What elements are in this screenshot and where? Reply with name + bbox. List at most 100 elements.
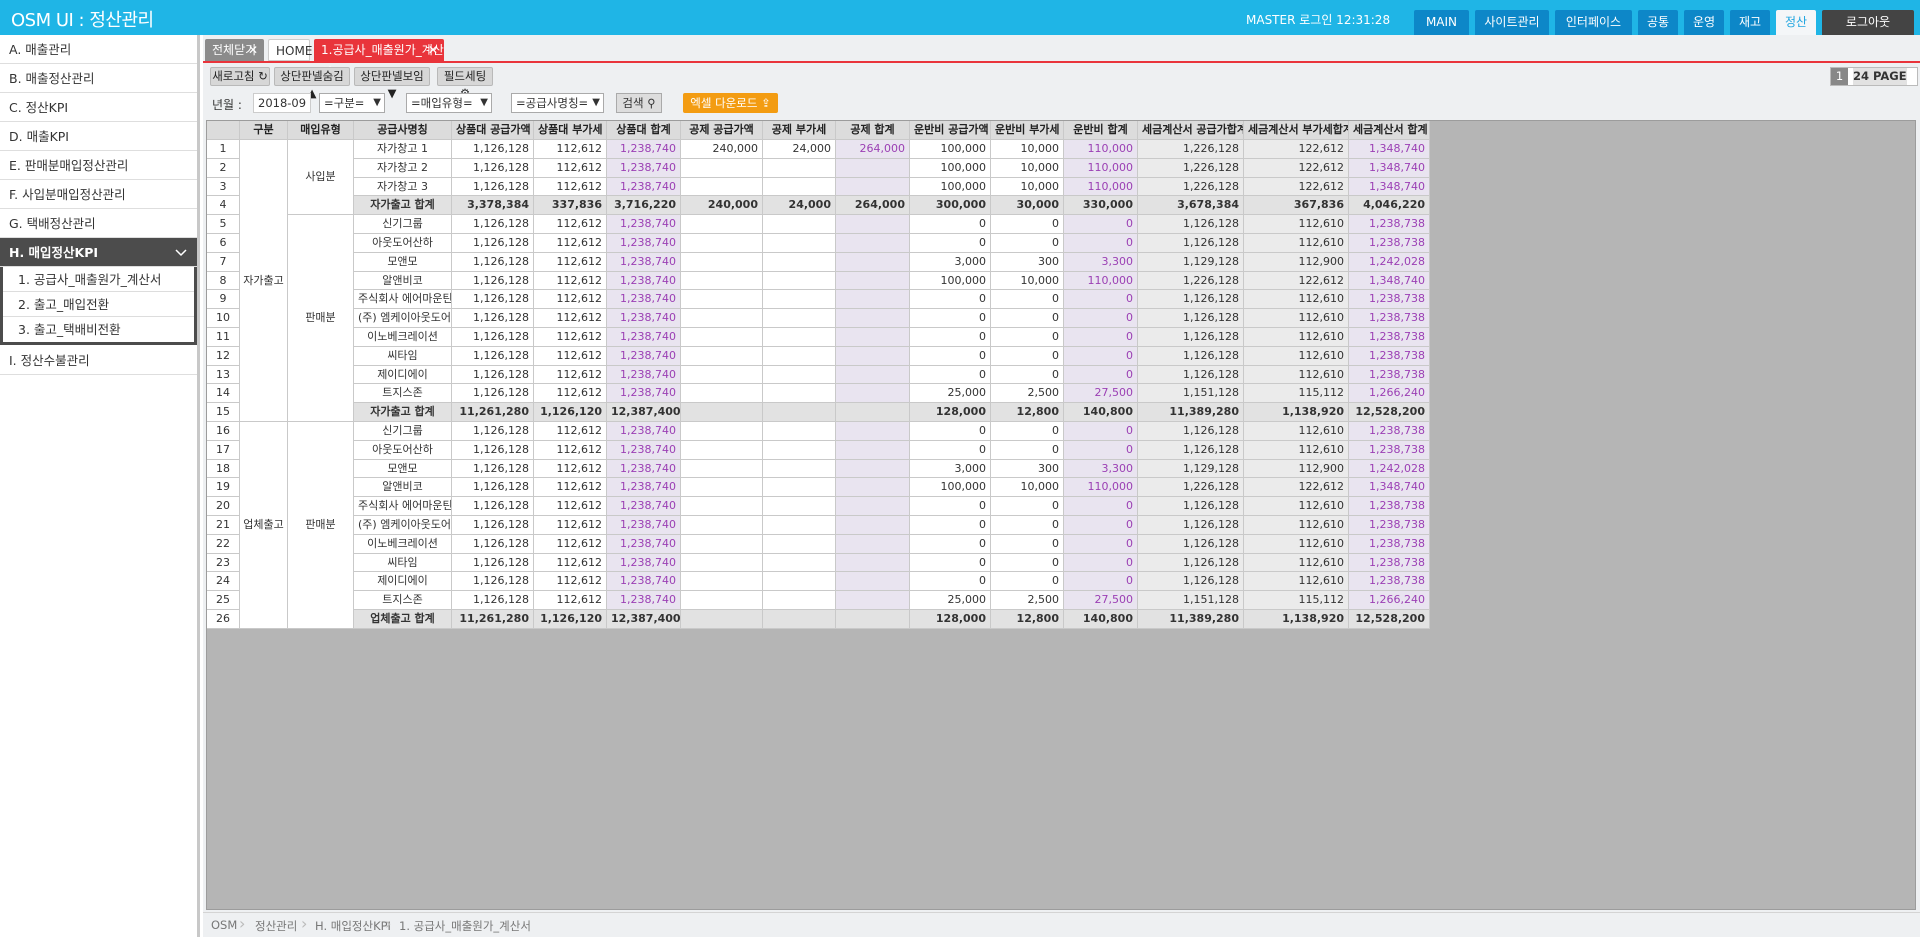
grid-value-cell[interactable] <box>763 610 836 629</box>
grid-value-cell[interactable]: 122,612 <box>1244 271 1349 291</box>
breadcrumb-item[interactable]: 정산관리 <box>255 918 297 934</box>
topnav-operation[interactable]: 운영 <box>1684 10 1724 35</box>
grid-value-cell[interactable]: 0 <box>1064 422 1138 441</box>
grid-value-cell[interactable]: 1,238,740 <box>607 290 681 310</box>
tab-home[interactable]: HOME <box>268 39 312 61</box>
grid-value-cell[interactable]: 1,126,128 <box>452 553 534 573</box>
grid-value-cell[interactable] <box>836 497 910 516</box>
grid-value-cell[interactable]: 0 <box>1064 215 1138 234</box>
grid-value-cell[interactable] <box>836 252 910 272</box>
grid-value-cell[interactable] <box>763 271 836 291</box>
sidebar-item-delivery-settlement[interactable]: G. 택배정산관리 <box>0 209 197 238</box>
grid-value-cell[interactable]: 0 <box>991 309 1064 328</box>
grid-value-cell[interactable]: 11,389,280 <box>1138 610 1244 629</box>
grid-value-cell[interactable]: 1,126,128 <box>1138 346 1244 366</box>
grid-value-cell[interactable]: 128,000 <box>910 403 991 422</box>
grid-value-cell[interactable]: 1,238,738 <box>1349 290 1430 310</box>
grid-value-cell[interactable]: 2,500 <box>991 384 1064 404</box>
grid-value-cell[interactable]: 112,612 <box>534 177 607 197</box>
grid-value-cell[interactable] <box>763 478 836 498</box>
grid-value-cell[interactable]: 1,126,128 <box>452 572 534 592</box>
grid-value-cell[interactable]: 110,000 <box>1064 177 1138 197</box>
grid-value-cell[interactable]: 1,126,128 <box>452 459 534 479</box>
grid-value-cell[interactable] <box>836 365 910 385</box>
grid-value-cell[interactable]: 1,238,738 <box>1349 365 1430 385</box>
grid-value-cell[interactable]: 1,348,740 <box>1349 177 1430 197</box>
grid-value-cell[interactable] <box>681 158 763 178</box>
grid-value-cell[interactable]: 1,151,128 <box>1138 384 1244 404</box>
grid-value-cell[interactable]: 27,500 <box>1064 384 1138 404</box>
purchase-type-select[interactable]: =매입유형= ▼ <box>406 93 492 113</box>
grid-value-cell[interactable]: 1,126,128 <box>1138 440 1244 460</box>
grid-value-cell[interactable]: 1,238,740 <box>607 422 681 441</box>
show-top-panel-button[interactable]: 상단판넬보임 ▼ <box>354 67 430 100</box>
breadcrumb-item[interactable]: 1. 공급사_매출원가_계산서 <box>399 918 531 934</box>
grid-value-cell[interactable] <box>763 591 836 610</box>
grid-value-cell[interactable]: 0 <box>910 572 991 592</box>
grid-header-cell[interactable]: 상품대 합계 <box>607 121 681 140</box>
grid-value-cell[interactable] <box>681 572 763 592</box>
grid-value-cell[interactable] <box>836 215 910 234</box>
grid-value-cell[interactable] <box>681 610 763 629</box>
grid-value-cell[interactable] <box>836 534 910 554</box>
grid-value-cell[interactable]: 1,226,128 <box>1138 158 1244 178</box>
excel-download-button[interactable]: 엑셀 다운로드 ⇪ <box>683 93 778 113</box>
topnav-interface[interactable]: 인터페이스 <box>1555 10 1632 35</box>
grid-value-cell[interactable]: 1,126,128 <box>1138 572 1244 592</box>
grid-value-cell[interactable] <box>836 478 910 498</box>
grid-value-cell[interactable]: 1,126,128 <box>452 591 534 610</box>
grid-value-cell[interactable]: 1,126,120 <box>534 610 607 629</box>
grid-value-cell[interactable]: 122,612 <box>1244 177 1349 197</box>
grid-value-cell[interactable]: 1,126,128 <box>1138 215 1244 234</box>
grid-header-cell[interactable]: 운반비 공급가액 <box>910 121 991 140</box>
grid-value-cell[interactable]: 1,126,128 <box>1138 422 1244 441</box>
grid-value-cell[interactable]: 112,612 <box>534 234 607 253</box>
grid-value-cell[interactable]: 112,612 <box>534 309 607 328</box>
grid-supplier-cell[interactable]: 모앤모 <box>354 459 452 479</box>
grid-value-cell[interactable] <box>681 534 763 554</box>
grid-value-cell[interactable]: 112,610 <box>1244 328 1349 347</box>
grid-value-cell[interactable]: 1,266,240 <box>1349 591 1430 610</box>
grid-value-cell[interactable]: 112,612 <box>534 534 607 554</box>
grid-value-cell[interactable]: 1,126,128 <box>1138 328 1244 347</box>
grid-value-cell[interactable]: 0 <box>1064 497 1138 516</box>
grid-total-label[interactable]: 자가출고 합계 <box>354 403 452 422</box>
grid-value-cell[interactable]: 10,000 <box>991 271 1064 291</box>
grid-value-cell[interactable]: 0 <box>1064 572 1138 592</box>
grid-value-cell[interactable]: 1,238,740 <box>607 553 681 573</box>
grid-value-cell[interactable]: 1,126,128 <box>1138 290 1244 310</box>
grid-value-cell[interactable]: 1,238,740 <box>607 497 681 516</box>
grid-value-cell[interactable]: 1,138,920 <box>1244 403 1349 422</box>
grid-header-cell[interactable]: 공제 공급가액 <box>681 121 763 140</box>
grid-value-cell[interactable]: 12,528,200 <box>1349 610 1430 629</box>
grid-value-cell[interactable]: 27,500 <box>1064 591 1138 610</box>
grid-value-cell[interactable]: 1,126,128 <box>452 140 534 159</box>
grid-value-cell[interactable] <box>836 591 910 610</box>
grid-value-cell[interactable]: 11,389,280 <box>1138 403 1244 422</box>
grid-value-cell[interactable]: 115,112 <box>1244 591 1349 610</box>
breadcrumb-item[interactable]: H. 매입정산KPI <box>315 918 391 934</box>
grid-value-cell[interactable]: 1,126,128 <box>1138 516 1244 535</box>
grid-value-cell[interactable]: 0 <box>1064 290 1138 310</box>
sidebar-item-buy-purchase-settlement[interactable]: F. 사입분매입정산관리 <box>0 180 197 209</box>
grid-value-cell[interactable] <box>763 384 836 404</box>
grid-value-cell[interactable]: 1,238,740 <box>607 252 681 272</box>
grid-value-cell[interactable]: 0 <box>1064 234 1138 253</box>
grid-value-cell[interactable]: 112,610 <box>1244 290 1349 310</box>
topnav-site-admin[interactable]: 사이트관리 <box>1475 10 1549 35</box>
grid-value-cell[interactable]: 300,000 <box>910 196 991 216</box>
grid-supplier-cell[interactable]: 트지스존 <box>354 591 452 610</box>
grid-value-cell[interactable]: 1,238,740 <box>607 440 681 460</box>
grid-supplier-cell[interactable]: 씨타임 <box>354 553 452 573</box>
grid-value-cell[interactable]: 1,138,920 <box>1244 610 1349 629</box>
grid-value-cell[interactable]: 330,000 <box>1064 196 1138 216</box>
grid-value-cell[interactable]: 10,000 <box>991 158 1064 178</box>
sidebar-item-sales-purchase-settlement[interactable]: E. 판매분매입정산관리 <box>0 151 197 180</box>
grid-value-cell[interactable]: 1,126,128 <box>1138 309 1244 328</box>
grid-value-cell[interactable]: 112,612 <box>534 553 607 573</box>
grid-value-cell[interactable]: 1,238,738 <box>1349 215 1430 234</box>
breadcrumb-item[interactable]: OSM <box>211 918 237 932</box>
grid-value-cell[interactable]: 1,126,128 <box>452 290 534 310</box>
grid-value-cell[interactable]: 3,300 <box>1064 252 1138 272</box>
grid-value-cell[interactable]: 0 <box>910 234 991 253</box>
